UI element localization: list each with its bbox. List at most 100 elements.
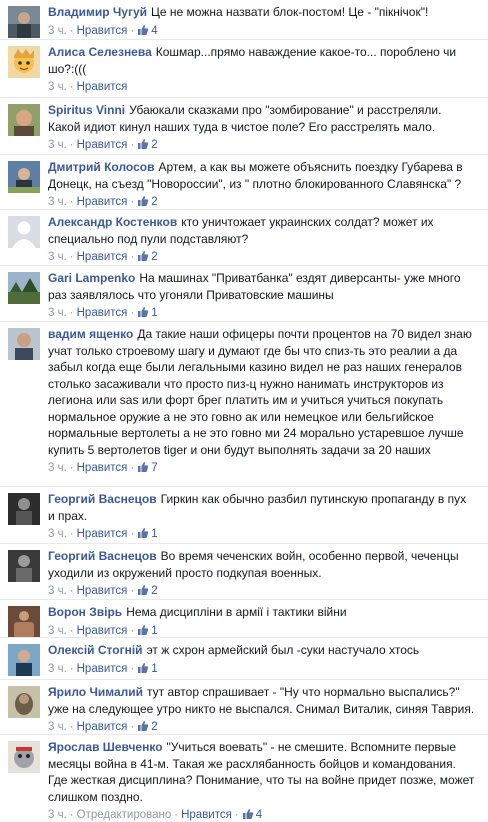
meta-separator: · (69, 24, 74, 37)
like-button[interactable]: Нравится (77, 196, 128, 208)
comment-timestamp[interactable]: 3 ч. (48, 721, 67, 733)
comment-meta: 3 ч. · Нравится · 7 (48, 460, 476, 476)
like-button[interactable]: Нравится (77, 663, 128, 675)
comment-author[interactable]: Владимир Чугуй (48, 5, 147, 19)
like-button[interactable]: Нравится (77, 25, 128, 37)
edited-label[interactable]: Отредактировано (77, 809, 172, 821)
comment-author[interactable]: Gari Lampenko (48, 271, 135, 285)
meta-separator: · (130, 528, 135, 540)
likes-count[interactable]: 1 (137, 662, 158, 675)
meta-separator: · (130, 251, 135, 263)
avatar[interactable] (8, 493, 40, 525)
likes-count-value: 2 (151, 585, 158, 597)
avatar[interactable] (8, 104, 40, 136)
like-button[interactable]: Нравится (77, 625, 128, 637)
comment-item: Spiritus Vinni Убаюкали сказками про "зом… (0, 101, 488, 153)
likes-count[interactable]: 2 (137, 139, 158, 151)
likes-count[interactable]: 7 (137, 462, 158, 474)
avatar[interactable] (8, 686, 40, 718)
comment-timestamp[interactable]: 3 ч. (48, 585, 67, 597)
comment-timestamp[interactable]: 3 ч. (48, 307, 67, 319)
comment-text: Нема дисципліни в армії і тактики війни (126, 605, 347, 619)
comment-author[interactable]: Георгий Васнецов (48, 492, 157, 506)
avatar[interactable] (8, 328, 40, 360)
comment-author[interactable]: вадим ященко (48, 327, 133, 341)
meta-separator: · (130, 462, 135, 474)
comment-author[interactable]: Ярослав Шевченко (48, 740, 163, 754)
comment-timestamp[interactable]: 3 ч. (48, 663, 67, 675)
comment-timestamp[interactable]: 3 ч. (48, 81, 67, 93)
likes-count-value: 1 (151, 662, 158, 675)
like-button[interactable]: Нравится (77, 462, 128, 474)
avatar[interactable] (8, 46, 40, 78)
comment-meta: 3 ч. · Нравится (48, 79, 476, 95)
comment-divider (0, 39, 488, 40)
avatar[interactable] (8, 272, 40, 304)
likes-count[interactable]: 1 (137, 307, 158, 319)
meta-separator: · (69, 462, 74, 474)
comment-author[interactable]: Ворон Звірь (48, 605, 122, 619)
like-button[interactable]: Нравится (77, 721, 128, 733)
comment-item: Ворон Звірь Нема дисципліни в армії і так… (0, 603, 488, 639)
likes-count[interactable]: 4 (242, 809, 262, 821)
like-button[interactable]: Нравится (181, 809, 232, 821)
like-button[interactable]: Нравится (77, 139, 128, 151)
comment-author[interactable]: Георгий Васнецов (48, 549, 157, 563)
like-button[interactable]: Нравится (77, 81, 128, 93)
comment-meta: 3 ч. · Нравится · 2 (48, 194, 476, 210)
comment-body: Георгий Васнецов Гиркин как обычно разбил… (48, 490, 476, 524)
avatar[interactable] (8, 741, 40, 773)
comment-body: Ворон Звірь Нема дисципліни в армії і так… (48, 603, 476, 621)
likes-count[interactable]: 1 (137, 528, 158, 540)
avatar[interactable] (8, 606, 40, 638)
comment-timestamp[interactable]: 3 ч. (48, 25, 67, 37)
like-button[interactable]: Нравится (77, 585, 128, 597)
likes-count[interactable]: 1 (137, 625, 158, 637)
comment-meta: 3 ч. · Нравится · 2 (48, 583, 476, 599)
comment-timestamp[interactable]: 3 ч. (48, 196, 67, 208)
comment-meta: 3 ч. · Нравится · 2 (48, 719, 476, 735)
like-button[interactable]: Нравится (77, 251, 128, 263)
comment-author[interactable]: Дмитрий Колосов (48, 160, 154, 174)
likes-count[interactable]: 2 (137, 585, 158, 597)
comment-timestamp[interactable]: 3 ч. (48, 462, 67, 474)
avatar[interactable] (8, 6, 40, 38)
comment-author[interactable]: Олексій Стогній (48, 643, 143, 657)
comment-body: Дмитрий Колосов Артем, а как вы можете об… (48, 158, 476, 192)
comment-author[interactable]: Алиса Селезнева (48, 45, 152, 59)
likes-count[interactable]: 2 (137, 721, 158, 733)
comment-body: Олексій Стогній эт ж схрон армейский был … (48, 641, 476, 659)
comment-meta: 3 ч. · Нравится · 4 (48, 23, 476, 39)
avatar[interactable] (8, 161, 40, 193)
comment-divider (0, 599, 488, 600)
comment-author[interactable]: Ярило Чималий (48, 685, 143, 699)
like-button[interactable]: Нравится (77, 307, 128, 319)
likes-count-value: 2 (151, 139, 158, 151)
likes-count[interactable]: 4 (137, 25, 158, 37)
comment-text: Да такие наши офицеры почти процентов на… (48, 327, 472, 457)
meta-separator: · (69, 585, 74, 597)
comment-author[interactable]: Spiritus Vinni (48, 103, 125, 117)
meta-separator: · (234, 809, 239, 821)
comment-timestamp[interactable]: 3 ч. (48, 528, 67, 540)
meta-separator: · (69, 721, 74, 733)
meta-separator: · (69, 196, 74, 208)
comment-timestamp[interactable]: 3 ч. (48, 809, 67, 821)
comment-timestamp[interactable]: 3 ч. (48, 139, 67, 151)
meta-separator: · (69, 809, 74, 821)
comment-author[interactable]: Александр Костенков (48, 215, 177, 229)
likes-count[interactable]: 2 (137, 196, 158, 208)
avatar[interactable] (8, 550, 40, 582)
comment-text: эт ж схрон армейский был -суки настучало… (146, 643, 420, 657)
comment-divider (0, 209, 488, 210)
comment-timestamp[interactable]: 3 ч. (48, 625, 67, 637)
likes-count-value: 4 (255, 809, 263, 821)
comment-timestamp[interactable]: 3 ч. (48, 251, 67, 263)
likes-count[interactable]: 2 (137, 251, 158, 263)
avatar[interactable] (8, 644, 40, 676)
avatar[interactable] (8, 216, 40, 248)
thumbs-up-icon (137, 139, 151, 151)
comment-item: Алиса Селезнева Кошмар...прямо наваждение… (0, 43, 488, 95)
comment-meta: 3 ч. · Отредактировано · Нравится · 4 (48, 807, 476, 822)
like-button[interactable]: Нравится (77, 528, 128, 540)
